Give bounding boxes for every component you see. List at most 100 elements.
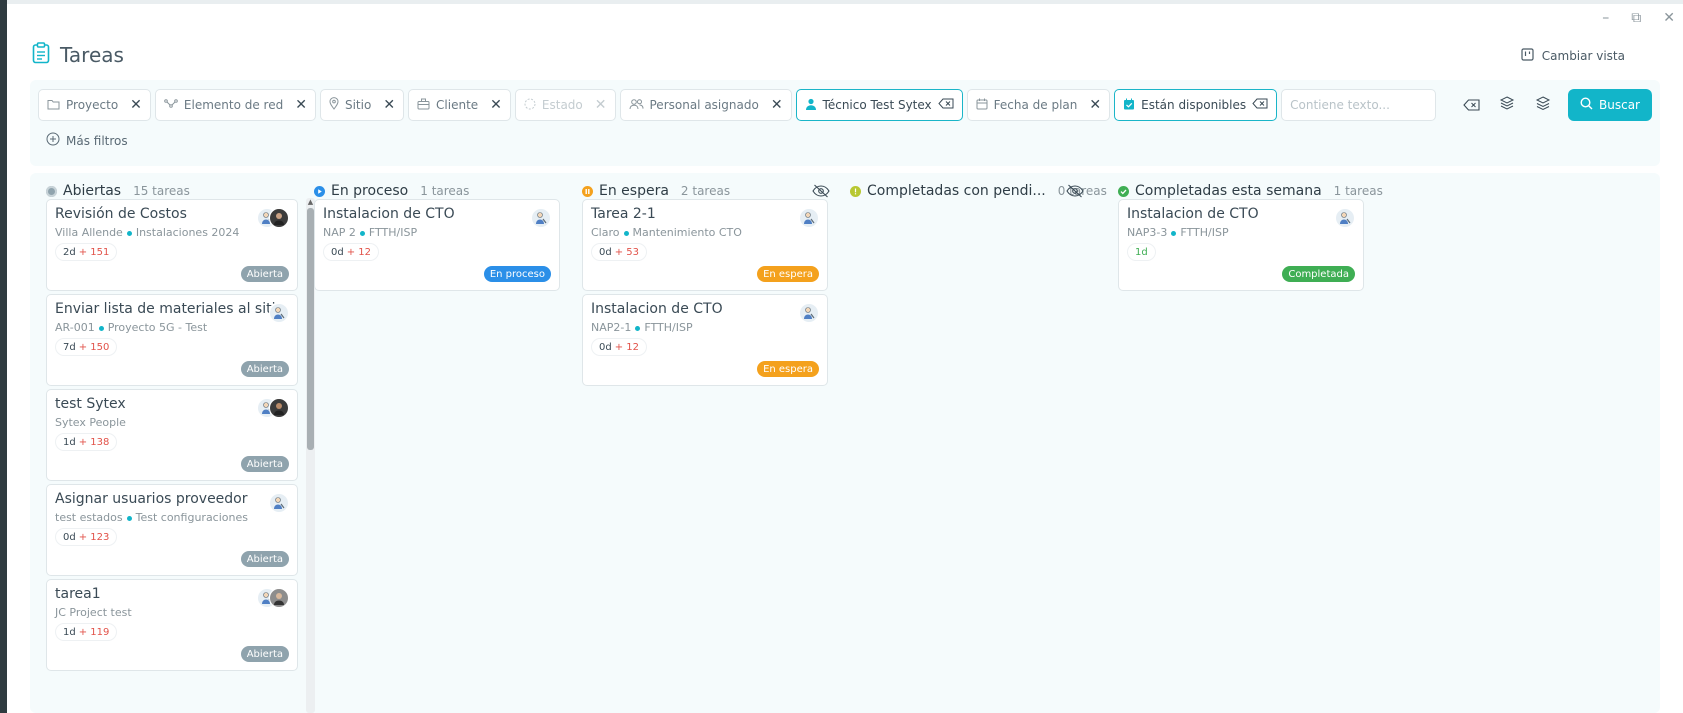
filter-chip-label: Técnico Test Sytex xyxy=(822,98,932,112)
assignees[interactable] xyxy=(799,303,819,323)
column-title: Completadas esta semana xyxy=(1135,183,1322,199)
close-icon[interactable]: ✕ xyxy=(130,97,142,113)
change-view-button[interactable]: Cambiar vista xyxy=(1521,48,1625,64)
age-days: 0d xyxy=(599,246,612,258)
search-button[interactable]: Buscar xyxy=(1568,89,1652,121)
late-days: + 151 xyxy=(78,246,110,258)
filter-chip-elemento-de-red[interactable]: Elemento de red ✕ xyxy=(154,89,316,121)
close-icon[interactable]: ✕ xyxy=(490,97,502,113)
task-project: Mantenimiento CTO xyxy=(632,226,742,239)
task-age: 0d + 12 xyxy=(323,243,380,261)
task-card[interactable]: Revisión de Costos Villa Allende Instalac… xyxy=(46,199,298,291)
close-icon[interactable]: ✕ xyxy=(1089,97,1101,113)
assignees[interactable] xyxy=(269,493,289,513)
close-icon[interactable]: ✕ xyxy=(383,97,395,113)
filter-chip-proyecto[interactable]: Proyecto ✕ xyxy=(38,89,151,121)
task-subtitle: AR-001 Proyecto 5G - Test xyxy=(55,321,207,334)
network-icon xyxy=(164,98,178,113)
column-title: Abiertas xyxy=(63,183,122,199)
assignees[interactable] xyxy=(257,588,289,608)
more-filters-label: Más filtros xyxy=(66,133,128,148)
age-days: 0d xyxy=(599,341,612,353)
late-days: + 119 xyxy=(78,626,110,638)
task-card[interactable]: Instalacion de CTO NAP2-1 FTTH/ISP 0d + 12… xyxy=(582,294,828,386)
filter-chip-sitio[interactable]: Sitio ✕ xyxy=(319,89,405,121)
age-days: 0d xyxy=(331,246,344,258)
briefcase-icon xyxy=(417,98,430,113)
age-days: 1d xyxy=(63,626,76,638)
user-icon xyxy=(805,98,817,113)
kanban-icon xyxy=(1521,48,1534,64)
task-age: 0d + 53 xyxy=(591,243,648,261)
task-card[interactable]: Instalacion de CTO NAP3-3 FTTH/ISP 1d Com… xyxy=(1118,199,1364,291)
age-days: 7d xyxy=(63,341,76,353)
task-title: tarea1 xyxy=(55,586,101,602)
filter-chip-disponibles[interactable]: Están disponibles xyxy=(1114,89,1278,121)
more-filters-button[interactable]: Más filtros xyxy=(46,132,128,149)
task-card[interactable]: tarea1 JC Project test 1d + 119 Abierta xyxy=(46,579,298,671)
close-icon[interactable]: ✕ xyxy=(295,97,307,113)
age-days: 1d xyxy=(1135,246,1148,258)
assignees[interactable] xyxy=(257,398,289,418)
column-en-proceso: En proceso 1 tareas Instalacion de CTO N… xyxy=(298,173,562,291)
task-project: FTTH/ISP xyxy=(368,226,418,239)
task-subtitle: test estados Test configuraciones xyxy=(55,511,248,524)
pause-circle-icon xyxy=(582,182,593,201)
calendar-check-icon xyxy=(1123,98,1135,113)
task-title: Tarea 2-1 xyxy=(591,206,656,222)
play-circle-icon xyxy=(314,182,325,201)
assignees[interactable] xyxy=(531,208,551,228)
column-title: En espera xyxy=(599,183,669,199)
eye-off-icon[interactable] xyxy=(1066,183,1084,202)
assignees[interactable] xyxy=(1335,208,1355,228)
clear-filters-button[interactable] xyxy=(1460,94,1482,116)
close-icon[interactable]: ✕ xyxy=(771,97,783,113)
task-card[interactable]: test Sytex Sytex People 1d + 138 Abierta xyxy=(46,389,298,481)
filter-chip-label: Proyecto xyxy=(66,98,119,112)
text-search-input[interactable] xyxy=(1281,89,1437,121)
user-avatar-icon xyxy=(269,588,289,608)
task-card[interactable]: Instalacion de CTO NAP 2 FTTH/ISP 0d + 12 … xyxy=(314,199,560,291)
filter-chip-label: Estado xyxy=(541,98,583,112)
technician-avatar-icon xyxy=(799,208,819,228)
window-controls: – ⧉ ✕ xyxy=(1602,10,1675,26)
late-days: + 150 xyxy=(78,341,110,353)
restore-button[interactable]: ⧉ xyxy=(1631,10,1641,26)
task-age: 1d + 119 xyxy=(55,623,118,641)
task-site: test estados xyxy=(55,511,123,524)
task-card[interactable]: Tarea 2-1 Claro Mantenimiento CTO 0d + 53 … xyxy=(582,199,828,291)
status-badge: Completada xyxy=(1282,266,1355,282)
folder-icon xyxy=(47,98,60,113)
task-title: Instalacion de CTO xyxy=(591,301,723,317)
page-header: Tareas xyxy=(32,42,124,68)
task-age: 0d + 123 xyxy=(55,528,118,546)
clear-icon[interactable] xyxy=(937,98,954,112)
save-filters-button[interactable] xyxy=(1496,94,1518,116)
clear-icon[interactable] xyxy=(1252,98,1268,112)
task-subtitle: NAP3-3 FTTH/ISP xyxy=(1127,226,1229,239)
assignees[interactable] xyxy=(269,303,289,323)
late-days: + 12 xyxy=(346,246,372,258)
filter-chip-tecnico[interactable]: Técnico Test Sytex xyxy=(795,89,963,121)
status-badge: En espera xyxy=(757,361,819,377)
task-project: Test configuraciones xyxy=(135,511,248,524)
assignees[interactable] xyxy=(799,208,819,228)
filter-chip-cliente[interactable]: Cliente ✕ xyxy=(408,89,511,121)
saved-filters-button[interactable] xyxy=(1532,94,1554,116)
kanban-board: Abiertas 15 tareas Revisión de Costos Vi… xyxy=(30,173,1660,713)
scrollbar-thumb[interactable] xyxy=(307,208,314,450)
filter-chip-personal-asignado[interactable]: Personal asignado ✕ xyxy=(619,89,792,121)
assignees[interactable] xyxy=(257,208,289,228)
filter-chip-label: Personal asignado xyxy=(649,98,759,112)
task-card[interactable]: Asignar usuarios proveedor test estados T… xyxy=(46,484,298,576)
plus-circle-icon xyxy=(46,132,60,149)
age-days: 0d xyxy=(63,531,76,543)
minimize-button[interactable]: – xyxy=(1602,10,1609,26)
filter-chip-fecha-de-plan[interactable]: Fecha de plan ✕ xyxy=(966,89,1111,121)
task-card[interactable]: Enviar lista de materiales al sitio AR-0… xyxy=(46,294,298,386)
clear-icon xyxy=(1462,96,1480,115)
close-button[interactable]: ✕ xyxy=(1663,10,1675,26)
filter-chip-label: Fecha de plan xyxy=(993,98,1078,112)
task-site: NAP2-1 xyxy=(591,321,632,334)
user-avatar-icon xyxy=(269,398,289,418)
